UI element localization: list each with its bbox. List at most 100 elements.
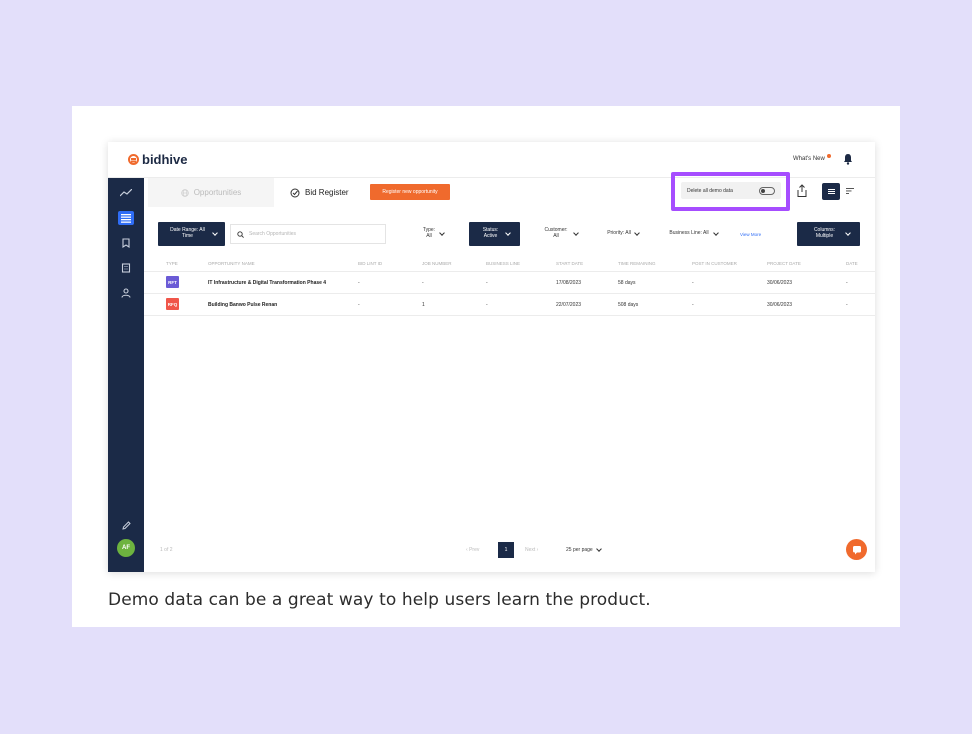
avatar[interactable]: AF: [117, 539, 135, 557]
sort-icon[interactable]: [845, 186, 855, 196]
view-more-link[interactable]: View More: [740, 232, 761, 237]
content-card: bidhive What's New AF Opportunities Bid …: [72, 106, 900, 627]
chevron-down-icon: [211, 229, 218, 236]
column-header[interactable]: Start Date: [556, 261, 583, 266]
job-number-cell: -: [422, 280, 424, 286]
type-filter-label: Type: All: [422, 227, 436, 239]
priority-filter[interactable]: Priority: All: [607, 222, 640, 246]
search-placeholder: Search Opportunities: [249, 231, 296, 237]
opportunity-name[interactable]: Building Banwo Pulse Renan: [208, 302, 277, 308]
priority-filter-label: Priority: All: [607, 230, 631, 237]
chevron-down-icon: [439, 229, 445, 236]
chevron-down-icon: [844, 229, 851, 236]
type-filter[interactable]: Type: All: [422, 222, 445, 246]
column-header[interactable]: Type: [166, 261, 178, 266]
column-header[interactable]: Bid Lint ID: [358, 261, 382, 266]
globe-icon: [181, 188, 189, 197]
date-cell: -: [846, 302, 848, 308]
check-circle-icon: [290, 188, 300, 197]
share-icon[interactable]: [796, 184, 808, 198]
opportunity-name[interactable]: IT Infrastructure & Digital Transformati…: [208, 280, 326, 286]
current-page[interactable]: 1: [498, 542, 514, 558]
time-remaining-cell: 508 days: [618, 302, 639, 308]
logo-text: bidhive: [142, 152, 188, 167]
chevron-down-icon: [573, 229, 579, 236]
bell-icon[interactable]: [843, 153, 853, 165]
sidebar: AF: [108, 178, 144, 572]
date-range-label: Date Range: All Time: [170, 227, 205, 239]
next-page-button[interactable]: Next ›: [525, 547, 538, 553]
per-page-select[interactable]: 25 per page: [566, 545, 602, 553]
tab-opportunities[interactable]: Opportunities: [148, 178, 274, 207]
job-number-cell: 1: [422, 302, 425, 308]
building-icon[interactable]: [118, 261, 134, 275]
grid-view-button[interactable]: [822, 183, 840, 200]
chevron-down-icon: [595, 545, 602, 552]
tab-opportunities-label: Opportunities: [193, 188, 242, 197]
column-header[interactable]: Date: [846, 261, 858, 266]
toggle-switch[interactable]: [759, 186, 775, 195]
date-cell: -: [846, 280, 848, 286]
notification-dot: [827, 154, 831, 158]
table-header: Type Opportunity Name Bid Lint ID Job Nu…: [144, 256, 875, 272]
delete-demo-data-toggle[interactable]: Delete all demo data: [681, 182, 781, 199]
business-line-filter[interactable]: Business Line: All: [668, 222, 719, 246]
bid-id-cell: -: [358, 302, 360, 308]
list-view-icon: [827, 189, 835, 194]
column-header[interactable]: Business Line: [486, 261, 520, 266]
chat-button[interactable]: [846, 539, 867, 560]
project-date-cell: 30/06/2023: [767, 280, 793, 286]
start-date-cell: 17/08/2023: [556, 280, 582, 286]
search-icon: [237, 230, 244, 238]
tab-bid-register-label: Bid Register: [305, 188, 349, 197]
logo-icon: [128, 154, 139, 165]
column-header[interactable]: Post In Customer: [692, 261, 737, 266]
app-screenshot: bidhive What's New AF Opportunities Bid …: [108, 142, 875, 572]
date-range-filter[interactable]: Date Range: All Time: [158, 222, 225, 246]
bidhive-logo[interactable]: bidhive: [128, 152, 188, 167]
status-filter-label: Status: Active: [482, 227, 499, 239]
register-opportunity-button[interactable]: Register new opportunity: [370, 184, 450, 200]
chevron-down-icon: [504, 229, 511, 236]
type-badge: RFT: [166, 276, 179, 288]
per-page-label: 25 per page: [566, 547, 593, 553]
whats-new-link[interactable]: What's New: [793, 156, 825, 162]
user-icon[interactable]: [118, 286, 134, 300]
column-header[interactable]: Time Remaining: [618, 261, 656, 266]
pagination: 1 of 2 ‹ Prev 1 Next › 25 per page: [144, 542, 875, 558]
column-header[interactable]: Opportunity Name: [208, 261, 255, 266]
prev-label: Prev: [469, 547, 480, 553]
edit-icon[interactable]: [118, 518, 134, 532]
list-icon[interactable]: [118, 211, 134, 225]
delete-demo-label: Delete all demo data: [687, 187, 733, 194]
bid-id-cell: -: [358, 280, 360, 286]
chevron-down-icon: [713, 229, 719, 236]
time-remaining-cell: 58 days: [618, 280, 636, 286]
tab-bid-register[interactable]: Bid Register: [290, 178, 349, 207]
search-input[interactable]: Search Opportunities: [230, 224, 386, 244]
type-badge: RFQ: [166, 298, 179, 310]
prev-page-button[interactable]: ‹ Prev: [466, 547, 479, 553]
filter-bar: Date Range: All Time Search Opportunitie…: [144, 222, 875, 246]
column-header[interactable]: Job Number: [422, 261, 452, 266]
columns-filter[interactable]: Columns: Multiple: [797, 222, 860, 246]
bookmark-icon[interactable]: [118, 236, 134, 250]
analytics-icon[interactable]: [118, 186, 134, 200]
project-date-cell: 30/06/2023: [767, 302, 793, 308]
caption: Demo data can be a great way to help use…: [108, 590, 651, 610]
next-label: Next: [525, 547, 536, 553]
table-row[interactable]: RFT IT Infrastructure & Digital Transfor…: [144, 272, 875, 294]
columns-filter-label: Columns: Multiple: [813, 227, 836, 239]
customer-filter-label: Customer: All: [544, 227, 568, 239]
main-content: Opportunities Bid Register Register new …: [144, 172, 875, 572]
business-line-filter-label: Business Line: All: [669, 230, 709, 237]
post-customer-cell: -: [692, 280, 694, 286]
post-customer-cell: -: [692, 302, 694, 308]
chat-icon: [852, 545, 861, 554]
customer-filter[interactable]: Customer: All: [542, 222, 579, 246]
status-filter[interactable]: Status: Active: [469, 222, 520, 246]
column-header[interactable]: Project Date: [767, 261, 801, 266]
page-count: 1 of 2: [160, 547, 173, 553]
business-line-cell: -: [486, 280, 488, 286]
table-row[interactable]: RFQ Building Banwo Pulse Renan - 1 - 22/…: [144, 294, 875, 316]
